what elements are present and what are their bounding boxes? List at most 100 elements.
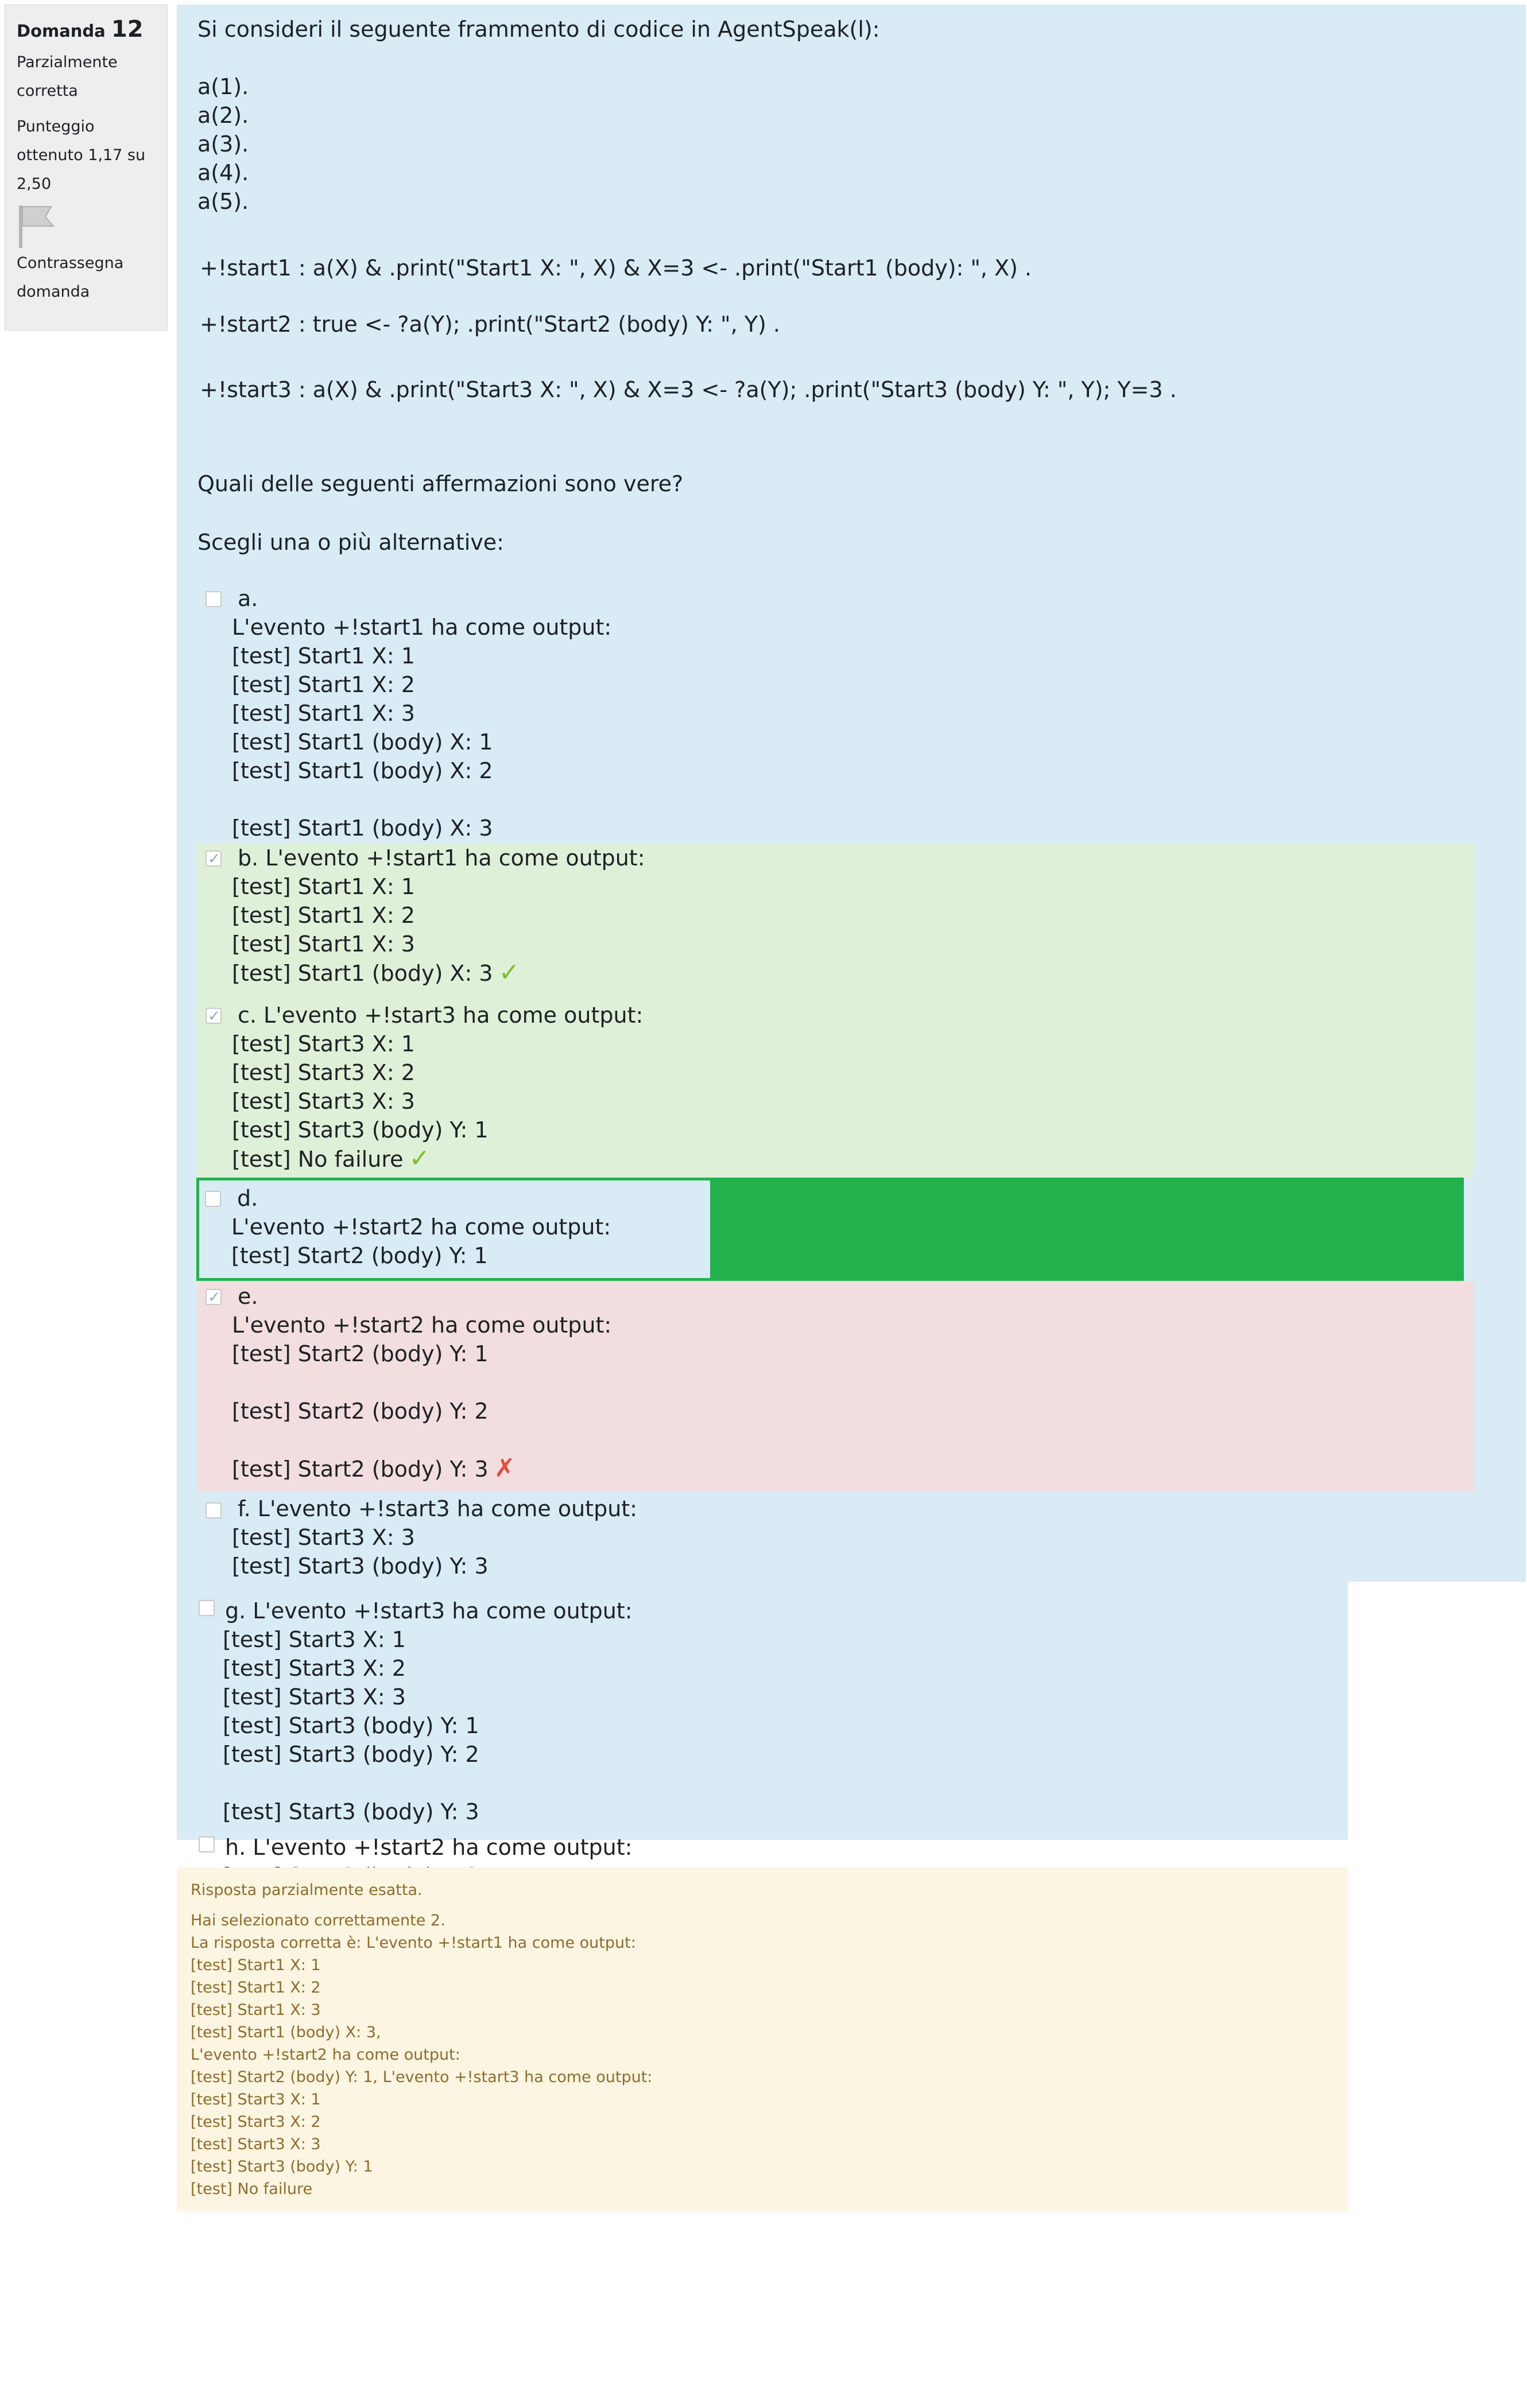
option-checkbox[interactable] [199,1836,215,1852]
flag-label: domanda [17,283,90,301]
option-line: [test] Start3 X: 1 [223,1627,406,1652]
option-b[interactable]: b. L'evento +!start1 ha come output: [te… [197,844,1474,995]
code-fact: a(2). [197,103,249,128]
option-line: [test] Start1 X: 3 [232,701,415,726]
code-rule-start2: +!start2 : true <- ?a(Y); .print("Start2… [200,312,780,337]
option-line: [test] Start1 X: 1 [232,874,415,899]
flag-question-link[interactable]: Contrassegna domanda [17,249,156,306]
option-line: [test] Start3 X: 3 [232,1089,415,1114]
option-checkbox[interactable] [206,1002,222,1031]
feedback-line: [test] Start2 (body) Y: 1, L'evento +!st… [191,2068,653,2086]
option-line: [test] Start3 (body) Y: 3 [232,1553,489,1579]
feedback-line: [test] Start1 (body) X: 3, [191,2024,381,2041]
option-line: [test] Start2 (body) Y: 3 ✗ [197,1454,1474,1483]
grade-line: Punteggio [17,118,95,135]
option-line: [test] Start2 (body) Y: 1 [231,1243,488,1268]
code-fact: a(3). [197,131,249,157]
feedback-summary: Risposta parzialmente esatta. [191,1881,423,1899]
code-fact: a(4). [197,160,249,185]
grade-line: ottenuto 1,17 su [17,146,146,164]
feedback-line: La risposta corretta è: L'evento +!start… [191,1934,636,1952]
option-line: L'evento +!start2 ha come output: [231,1214,611,1240]
option-line: [test] Start1 X: 1 [232,643,415,669]
option-line: [test] Start2 (body) Y: 1 [232,1341,489,1366]
feedback-line: [test] Start3 X: 1 [191,2091,321,2108]
option-line-text: [test] Start2 (body) Y: 3 [232,1457,489,1482]
option-line: [test] Start2 (body) Y: 2 [232,1399,489,1424]
feedback-line: [test] Start1 X: 1 [191,1956,321,1974]
option-line: [test] Start3 X: 3 [223,1684,406,1710]
option-letter: h. L'evento +!start2 ha come output: [225,1835,633,1860]
state-line: corretta [17,82,78,100]
option-letter: e. [238,1284,258,1309]
option-letter: d. [237,1186,258,1211]
option-e[interactable]: e. L'evento +!start2 ha come output: [te… [197,1282,1474,1491]
option-line: [test] Start3 (body) Y: 3 [223,1799,479,1824]
feedback-line: Hai selezionato correttamente 2. [191,1912,445,1929]
feedback-panel: Risposta parzialmente esatta. Hai selezi… [177,1867,1348,2212]
question-panel: Si consideri il seguente frammento di co… [177,5,1526,1582]
option-line: [test] Start1 X: 2 [232,672,415,697]
feedback-line: [test] Start1 X: 2 [191,1979,321,1997]
option-line [196,1769,1328,1797]
option-g[interactable]: g. L'evento +!start3 ha come output: [te… [196,1597,1328,1826]
feedback-spacer [191,1901,1334,1909]
grade-line: 2,50 [17,175,52,193]
option-line: [test] Start1 (body) X: 3 ✓ [197,958,1474,988]
option-line: [test] Start3 X: 1 [232,1031,415,1057]
option-line: [test] Start3 X: 2 [232,1060,415,1085]
feedback-line: [test] No failure [191,2180,313,2198]
feedback-line: [test] Start3 X: 2 [191,2113,321,2131]
option-letter: a. [238,586,258,611]
option-line: [test] No failure ✓ [197,1144,1474,1174]
check-icon: ✓ [409,1144,431,1173]
question-panel-continued: g. L'evento +!start3 ha come output: [te… [177,1582,1348,1889]
option-line: [test] Start3 (body) Y: 1 [232,1117,489,1143]
question-grade: Punteggio ottenuto 1,17 su 2,50 [17,112,156,199]
question-label: Domanda [17,21,106,41]
code-fact: a(5). [197,189,249,214]
question-state: Parzialmente corretta [17,48,156,106]
option-line: [test] Start3 X: 3 [232,1525,415,1550]
code-facts: a(1). a(2). a(3). a(4). a(5). [197,72,1505,216]
feedback-line: [test] Start3 (body) Y: 1 [191,2158,373,2176]
option-line-text: [test] Start1 (body) X: 3 [232,961,493,986]
option-line [197,1426,1474,1454]
option-a[interactable]: a. L'evento +!start1 ha come output: [te… [197,584,1460,842]
check-icon: ✓ [498,958,520,987]
code-rule-start1: +!start1 : a(X) & .print("Start1 X: ", X… [200,255,1032,281]
question-info: Domanda 12 Parzialmente corretta Puntegg… [5,5,168,331]
option-checkbox[interactable] [206,1502,222,1518]
option-line: [test] Start3 X: 2 [223,1656,406,1681]
question-prompt: Quali delle seguenti affermazioni sono v… [197,471,684,496]
option-checkbox[interactable] [206,845,222,873]
flag-icon[interactable] [17,203,58,249]
question-number: Domanda 12 [17,14,156,46]
code-rule-start3: +!start3 : a(X) & .print("Start3 X: ", X… [200,377,1177,402]
option-line: [test] Start3 (body) Y: 2 [223,1742,479,1767]
question-number-value: 12 [111,16,144,42]
option-c[interactable]: c. L'evento +!start3 ha come output: [te… [197,995,1474,1178]
code-fact: a(1). [197,74,249,99]
option-line: [test] Start1 X: 2 [232,903,415,928]
question-intro: Si consideri il seguente frammento di co… [197,17,880,42]
option-line [197,1368,1474,1397]
option-line: [test] Start1 (body) X: 2 [232,758,493,783]
cross-icon: ✗ [494,1454,516,1483]
option-line: [test] Start1 X: 3 [232,931,415,957]
feedback-line: [test] Start3 X: 3 [191,2135,321,2153]
option-f[interactable]: f. L'evento +!start3 ha come output: [te… [197,1494,1460,1580]
feedback-line: L'evento +!start2 ha come output: [191,2046,460,2064]
option-checkbox[interactable] [206,1283,222,1312]
option-line: [test] Start3 (body) Y: 1 [223,1713,479,1738]
state-line: Parzialmente [17,53,118,71]
option-checkbox[interactable] [199,1600,215,1616]
option-line: [test] Start1 (body) X: 1 [232,729,493,755]
option-d[interactable]: d. L'evento +!start2 ha come output: [te… [196,1178,1464,1281]
choose-hint: Scegli una o più alternative: [197,530,504,555]
flag-label: Contrassegna [17,254,124,272]
option-letter: c. L'evento +!start3 ha come output: [238,1003,644,1028]
option-line: [test] Start1 (body) X: 3 [232,815,493,841]
option-checkbox[interactable] [206,591,222,607]
option-line-text: [test] No failure [232,1147,404,1172]
